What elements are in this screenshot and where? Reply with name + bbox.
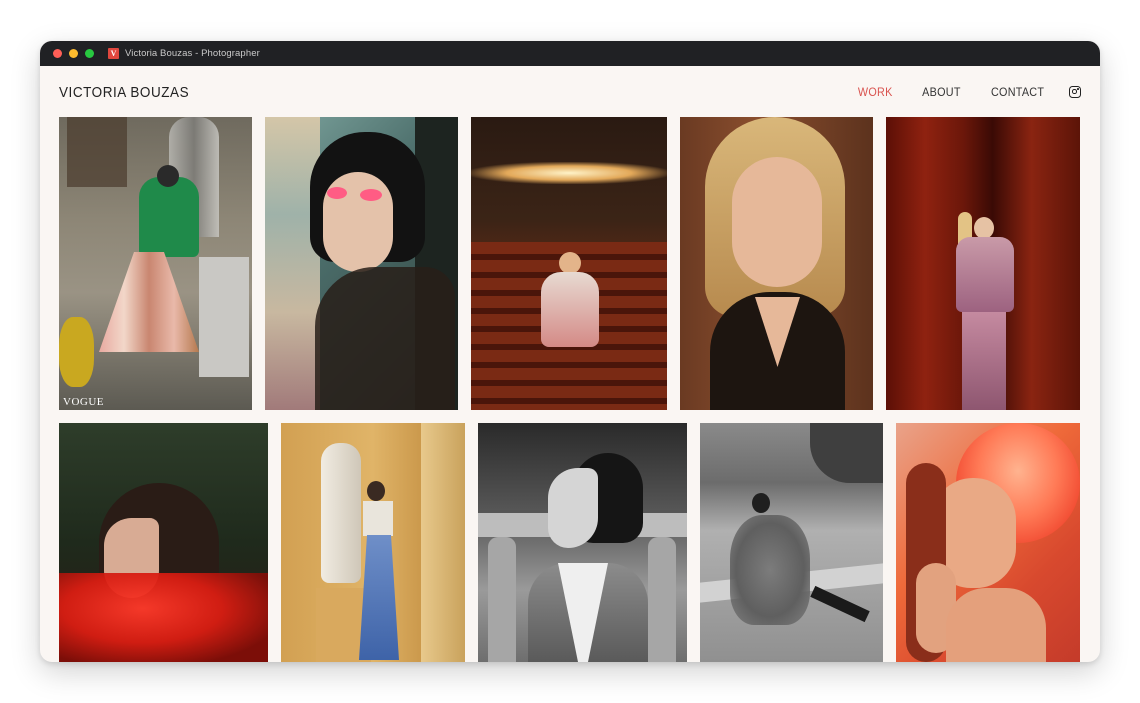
photo-caption: VOGUE (63, 396, 104, 408)
gallery-photo-theater-seats-portrait[interactable] (471, 117, 667, 410)
window-title: Victoria Bouzas - Photographer (125, 48, 260, 59)
gallery-photo-bw-profile-balustrade[interactable] (478, 423, 687, 662)
nav-about[interactable]: ABOUT (922, 85, 961, 99)
title-bar: V Victoria Bouzas - Photographer (40, 41, 1100, 66)
website: VICTORIA BOUZAS WORK ABOUT CONTACT VOGUE (40, 66, 1100, 662)
gallery-photo-portrait-pink-eyeshadow[interactable] (265, 117, 458, 410)
gallery-photo-statue-blue-skirt[interactable] (281, 423, 465, 662)
instagram-icon[interactable] (1069, 86, 1081, 98)
gallery-photo-fashion-street-green-top[interactable]: VOGUE (59, 117, 252, 410)
nav-work[interactable]: WORK (858, 85, 893, 99)
gallery-photo-blonde-closeup-portrait[interactable] (680, 117, 873, 410)
site-brand[interactable]: VICTORIA BOUZAS (59, 84, 189, 101)
gallery-photo-red-orange-headpiece[interactable] (896, 423, 1080, 662)
nav-contact[interactable]: CONTACT (991, 85, 1044, 99)
gallery-photo-red-tulle-profile[interactable] (59, 423, 268, 662)
maximize-window-button[interactable] (85, 49, 94, 58)
main-nav: WORK ABOUT CONTACT (831, 85, 1081, 99)
gallery-photo-bw-seated-park[interactable] (700, 423, 883, 662)
gallery-photo-red-curtain-portrait[interactable] (886, 117, 1080, 410)
favicon-icon: V (108, 48, 119, 59)
browser-window: V Victoria Bouzas - Photographer VICTORI… (40, 41, 1100, 662)
site-header: VICTORIA BOUZAS WORK ABOUT CONTACT (59, 80, 1081, 104)
close-window-button[interactable] (53, 49, 62, 58)
minimize-window-button[interactable] (69, 49, 78, 58)
